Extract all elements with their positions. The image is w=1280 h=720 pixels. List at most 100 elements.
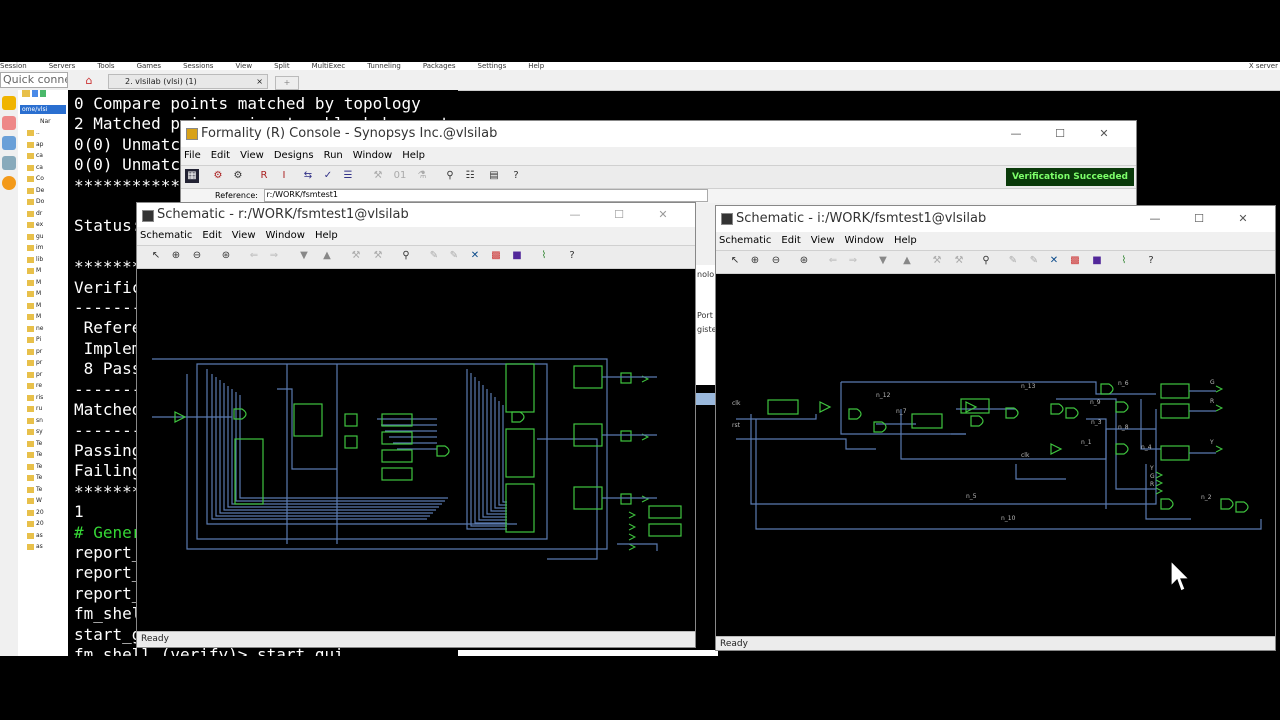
color-icon[interactable]: ▩ bbox=[489, 249, 503, 263]
menu-file[interactable]: File bbox=[184, 150, 201, 161]
menu-session[interactable]: Session bbox=[0, 62, 27, 70]
tree-item[interactable]: ne bbox=[18, 323, 68, 335]
menu-servers[interactable]: Servers bbox=[49, 62, 76, 70]
menu-schematic[interactable]: Schematic bbox=[140, 230, 192, 241]
tree-item[interactable]: Co bbox=[18, 173, 68, 185]
quick-connect-input[interactable]: Quick conne bbox=[0, 72, 68, 88]
menu-schematic[interactable]: Schematic bbox=[719, 235, 771, 246]
tree-item[interactable]: Te bbox=[18, 438, 68, 450]
tree-item[interactable]: De bbox=[18, 185, 68, 197]
tree-item[interactable]: ris bbox=[18, 392, 68, 404]
push-down-icon[interactable]: ▼ bbox=[297, 249, 311, 263]
clear-icon[interactable]: ✕ bbox=[1047, 254, 1061, 268]
highlight-icon[interactable]: ✎ bbox=[1006, 254, 1020, 268]
zoom-in-icon[interactable]: ⊕ bbox=[748, 254, 762, 268]
terminal-tab[interactable]: 2. vlsilab (vlsi) (1) × bbox=[108, 74, 268, 89]
report-icon[interactable]: ▤ bbox=[487, 169, 501, 183]
tree-item[interactable]: M bbox=[18, 311, 68, 323]
help-icon[interactable]: ? bbox=[1144, 254, 1158, 268]
tree-item[interactable]: Pi bbox=[18, 334, 68, 346]
menu-help[interactable]: Help bbox=[894, 235, 917, 246]
box-icon[interactable]: ■ bbox=[1090, 254, 1104, 268]
setup-icon[interactable]: ⚙ bbox=[231, 169, 245, 183]
tree-item[interactable]: as bbox=[18, 541, 68, 553]
menu-help[interactable]: Help bbox=[402, 150, 425, 161]
maximize-button[interactable]: ☐ bbox=[1038, 121, 1082, 147]
list-icon[interactable]: ☰ bbox=[341, 169, 355, 183]
verify-icon[interactable]: ⚙ bbox=[211, 169, 225, 183]
tree-item[interactable]: M bbox=[18, 300, 68, 312]
impl-titlebar[interactable]: Schematic - i:/WORK/fsmtest1@vlsilab — ☐ ✕ bbox=[716, 206, 1275, 232]
trace-icon[interactable]: ⚒ bbox=[930, 254, 944, 268]
menu-help[interactable]: Help bbox=[315, 230, 338, 241]
folder-up-icon[interactable] bbox=[22, 90, 30, 97]
menu-run[interactable]: Run bbox=[324, 150, 343, 161]
highlight-icon[interactable]: ✎ bbox=[427, 249, 441, 263]
ref-schematic-canvas[interactable] bbox=[137, 269, 695, 631]
debug-icon[interactable]: ⚒ bbox=[371, 169, 385, 183]
download-icon[interactable] bbox=[31, 90, 38, 97]
path-icon[interactable]: ⌇ bbox=[1117, 254, 1131, 268]
find-icon[interactable]: ⚲ bbox=[443, 169, 457, 183]
run-match-icon[interactable]: ⇆ bbox=[301, 169, 315, 183]
tree-item[interactable]: lib bbox=[18, 254, 68, 266]
tree-item[interactable]: M bbox=[18, 265, 68, 277]
back-icon[interactable]: ⇐ bbox=[247, 249, 261, 263]
binary-icon[interactable]: 01 bbox=[393, 169, 407, 183]
star-icon[interactable] bbox=[2, 96, 16, 110]
tree-item[interactable]: ex bbox=[18, 219, 68, 231]
zoom-fit-icon[interactable]: ⊛ bbox=[797, 254, 811, 268]
tree-item[interactable]: sn bbox=[18, 415, 68, 427]
menu-designs[interactable]: Designs bbox=[274, 150, 314, 161]
tree-item[interactable]: ca bbox=[18, 162, 68, 174]
help-icon[interactable]: ? bbox=[565, 249, 579, 263]
highlight2-icon[interactable]: ✎ bbox=[1027, 254, 1041, 268]
color-icon[interactable]: ▩ bbox=[1068, 254, 1082, 268]
tree-item[interactable]: Te bbox=[18, 461, 68, 473]
tree-item[interactable]: M bbox=[18, 277, 68, 289]
trace-icon[interactable]: ⚒ bbox=[349, 249, 363, 263]
tab-close-icon[interactable]: × bbox=[256, 75, 263, 89]
zoom-out-icon[interactable]: ⊖ bbox=[190, 249, 204, 263]
minimize-button[interactable]: — bbox=[553, 203, 597, 227]
tree-item[interactable]: dr bbox=[18, 208, 68, 220]
tree-item[interactable]: ru bbox=[18, 403, 68, 415]
maximize-button[interactable]: ☐ bbox=[597, 203, 641, 227]
zoom-fit-icon[interactable]: ⊛ bbox=[219, 249, 233, 263]
tree-item[interactable]: 20 bbox=[18, 518, 68, 530]
pop-up-icon[interactable]: ▲ bbox=[320, 249, 334, 263]
select-icon[interactable]: ↖ bbox=[149, 249, 163, 263]
tree-item[interactable]: W bbox=[18, 495, 68, 507]
close-button[interactable]: ✕ bbox=[1082, 121, 1126, 147]
find-icon[interactable]: ⚲ bbox=[399, 249, 413, 263]
path-field[interactable]: ome/vlsi bbox=[20, 105, 66, 114]
tree-item[interactable]: ca bbox=[18, 150, 68, 162]
menu-help[interactable]: Help bbox=[528, 62, 544, 70]
ref-titlebar[interactable]: Schematic - r:/WORK/fsmtest1@vlsilab — ☐ ✕ bbox=[137, 203, 695, 227]
menu-window[interactable]: Window bbox=[266, 230, 305, 241]
sftp-icon[interactable] bbox=[2, 136, 16, 150]
probe-icon[interactable]: ⚗ bbox=[415, 169, 429, 183]
menu-settings[interactable]: Settings bbox=[478, 62, 507, 70]
menu-edit[interactable]: Edit bbox=[202, 230, 221, 241]
new-tab-button[interactable]: + bbox=[275, 76, 299, 90]
tree-item[interactable]: pr bbox=[18, 369, 68, 381]
forward-icon[interactable]: ⇒ bbox=[267, 249, 281, 263]
games-icon[interactable] bbox=[2, 176, 16, 190]
back-icon[interactable]: ⇐ bbox=[826, 254, 840, 268]
select-icon[interactable]: ↖ bbox=[728, 254, 742, 268]
console-titlebar[interactable]: Formality (R) Console - Synopsys Inc.@vl… bbox=[181, 121, 1136, 147]
impl-icon[interactable]: I bbox=[277, 169, 291, 183]
menu-tools[interactable]: Tools bbox=[97, 62, 114, 70]
tree-item[interactable]: pr bbox=[18, 346, 68, 358]
tools-icon[interactable] bbox=[2, 116, 16, 130]
tree-item[interactable]: ap bbox=[18, 139, 68, 151]
macro-icon[interactable] bbox=[2, 156, 16, 170]
close-button[interactable]: ✕ bbox=[641, 203, 685, 227]
tree-item[interactable]: as bbox=[18, 530, 68, 542]
pop-up-icon[interactable]: ▲ bbox=[900, 254, 914, 268]
tree-item[interactable]: re bbox=[18, 380, 68, 392]
box-icon[interactable]: ■ bbox=[510, 249, 524, 263]
menu-xserver[interactable]: X server bbox=[1249, 62, 1278, 70]
minimize-button[interactable]: — bbox=[994, 121, 1038, 147]
